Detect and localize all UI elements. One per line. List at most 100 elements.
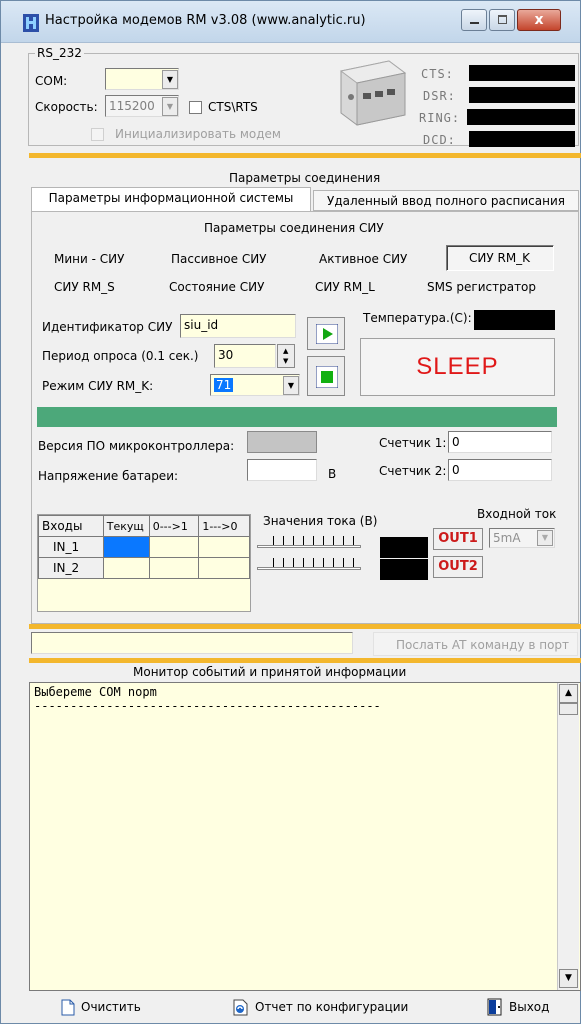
start-button[interactable] (307, 317, 345, 350)
minimize-icon (470, 22, 479, 24)
counter1-value: 0 (448, 431, 552, 453)
app-icon (23, 14, 39, 32)
mode-dropdown-button[interactable]: ▼ (283, 376, 299, 395)
clear-button[interactable]: Очистить (61, 996, 141, 1018)
arrow-down-icon: ▼ (565, 973, 572, 983)
table-header: 0--->1 (148, 515, 200, 537)
dsr-indicator (469, 87, 575, 103)
speed-dropdown-button[interactable]: ▼ (162, 97, 178, 116)
period-spinner[interactable]: ▲ ▼ (277, 344, 295, 368)
current-slider-1[interactable] (257, 536, 361, 552)
inputs-table: Входы Текущ 0--->1 1--->0 IN_1 IN_2 (38, 515, 250, 579)
counter2-value: 0 (448, 459, 552, 481)
siu-id-label: Идентификатор СИУ (42, 320, 173, 334)
row-header-in1: IN_1 (38, 536, 104, 558)
chevron-down-icon: ▼ (166, 75, 174, 84)
table-header: Входы (38, 515, 104, 537)
tab-remote-schedule[interactable]: Удаленный ввод полного расписания (313, 190, 579, 211)
current-values-label: Значения тока (В) (263, 514, 378, 528)
close-icon: x (534, 12, 544, 28)
init-modem-label: Инициализировать модем (115, 127, 281, 141)
siu-type-passive[interactable]: Пассивное СИУ (171, 252, 267, 266)
slider-track (257, 545, 361, 548)
main-window: Настройка модемов RM v3.08 (www.analytic… (0, 0, 581, 1024)
current-indicator-1 (380, 537, 428, 558)
event-monitor-textarea[interactable]: Выбереme COM nopm ----------------------… (29, 682, 581, 991)
at-command-input[interactable] (31, 632, 353, 654)
exit-door-icon (487, 998, 502, 1016)
table-cell[interactable] (198, 536, 250, 558)
init-modem-checkbox[interactable] (91, 128, 104, 141)
play-icon (316, 324, 338, 344)
separator-bar (29, 624, 581, 629)
fw-version-label: Версия ПО микроконтроллера: (38, 439, 235, 453)
siu-id-input[interactable]: siu_id (180, 314, 296, 338)
siu-type-active[interactable]: Активное СИУ (319, 252, 407, 266)
cts-indicator (469, 65, 575, 81)
new-document-icon (61, 999, 75, 1015)
cts-rts-label: CTS\RTS (208, 100, 258, 114)
monitor-scrollbar[interactable]: ▲ ▼ (557, 683, 579, 990)
mode-label: Режим СИУ RM_K: (42, 379, 154, 393)
report-icon (233, 999, 248, 1015)
com-dropdown-button[interactable]: ▼ (162, 70, 178, 89)
dsr-label: DSR: (423, 89, 456, 103)
table-cell[interactable] (148, 557, 200, 579)
dcd-indicator (469, 131, 575, 147)
counter1-label: Счетчик 1: (379, 436, 447, 450)
temperature-value (474, 310, 555, 330)
siu-type-mini[interactable]: Мини - СИУ (54, 252, 124, 266)
period-input[interactable]: 30 (214, 344, 276, 368)
scroll-up-button[interactable]: ▲ (559, 684, 578, 703)
close-button[interactable]: x (517, 9, 561, 31)
cts-rts-checkbox[interactable] (189, 101, 202, 114)
tab-info-system[interactable]: Параметры информационной системы (31, 187, 311, 211)
stop-button[interactable] (307, 356, 345, 396)
modem-device-image (339, 60, 407, 126)
battery-value (247, 459, 317, 481)
counter2-label: Счетчик 2: (379, 464, 447, 478)
title-bar[interactable]: Настройка модемов RM v3.08 (www.analytic… (1, 1, 580, 43)
period-label: Период опроса (0.1 сек.) (42, 349, 199, 363)
window-title: Настройка модемов RM v3.08 (www.analytic… (45, 13, 366, 28)
table-cell[interactable] (198, 557, 250, 579)
out1-button[interactable]: OUT1 (433, 528, 483, 550)
dcd-label: DCD: (423, 133, 456, 147)
cts-label: CTS: (421, 67, 454, 81)
separator-bar (29, 658, 581, 663)
sleep-status: SLEEP (360, 338, 555, 396)
input-current-dropdown[interactable]: ▼ (537, 530, 553, 546)
table-row[interactable]: IN_2 (38, 557, 250, 579)
chevron-down-icon: ▼ (166, 102, 174, 111)
fw-version-value (247, 431, 317, 453)
row-header-in2: IN_2 (38, 557, 104, 579)
separator-bar (29, 153, 581, 158)
siu-type-rm-k-button[interactable]: СИУ RM_K (446, 245, 554, 271)
monitor-title: Монитор событий и принятой информации (133, 665, 407, 679)
maximize-button[interactable] (489, 9, 515, 31)
siu-type-state[interactable]: Состояние СИУ (169, 280, 264, 294)
progress-bar (37, 407, 557, 427)
exit-button[interactable]: Выход (487, 996, 549, 1018)
table-cell[interactable] (148, 536, 200, 558)
ring-label: RING: (419, 111, 461, 125)
table-cell[interactable] (102, 536, 150, 558)
siu-type-rm-l[interactable]: СИУ RM_L (315, 280, 375, 294)
scroll-thumb[interactable] (559, 703, 578, 715)
current-indicator-2 (380, 559, 428, 580)
send-at-command-button[interactable]: Послать AT команду в порт (373, 632, 578, 656)
table-cell[interactable] (102, 557, 150, 579)
spin-down-icon: ▼ (283, 357, 289, 365)
out2-button[interactable]: OUT2 (433, 556, 483, 578)
siu-type-rm-k-label: СИУ RM_K (469, 251, 531, 265)
siu-type-sms[interactable]: SMS регистратор (427, 280, 536, 294)
minimize-button[interactable] (461, 9, 487, 31)
input-current-label: Входной ток (477, 507, 557, 521)
config-report-button[interactable]: Отчет по конфигурации (233, 996, 408, 1018)
siu-type-rm-s[interactable]: СИУ RM_S (54, 280, 115, 294)
stop-icon (316, 366, 338, 388)
table-row[interactable]: IN_1 (38, 536, 250, 558)
current-slider-2[interactable] (257, 558, 361, 574)
battery-unit: В (328, 467, 337, 481)
scroll-down-button[interactable]: ▼ (559, 969, 578, 988)
